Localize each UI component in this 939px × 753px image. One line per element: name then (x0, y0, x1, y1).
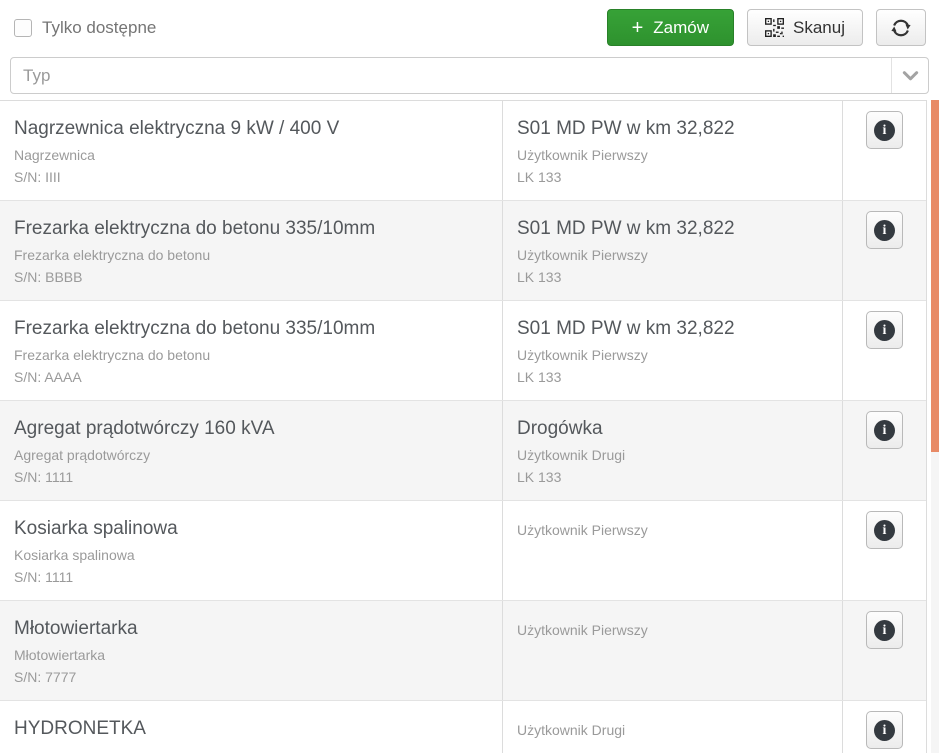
equipment-serial: S/N: IIII (14, 169, 488, 185)
type-dropdown-toggle[interactable] (891, 58, 928, 93)
qr-code-icon (765, 18, 784, 37)
info-icon: i (874, 220, 895, 241)
type-select[interactable] (10, 57, 929, 94)
equipment-cell: Agregat prądotwórczy 160 kVA Agregat prą… (0, 401, 503, 500)
equipment-row[interactable]: Frezarka elektryczna do betonu 335/10mm … (0, 201, 926, 301)
info-cell: i (843, 201, 926, 300)
equipment-list: Nagrzewnica elektryczna 9 kW / 400 V Nag… (0, 100, 927, 753)
equipment-row[interactable]: Frezarka elektryczna do betonu 335/10mm … (0, 301, 926, 401)
assigned-user: Użytkownik Drugi (517, 447, 828, 463)
equipment-name: Kosiarka spalinowa (14, 516, 488, 541)
line-code: LK 133 (517, 369, 828, 385)
line-code: LK 133 (517, 469, 828, 485)
equipment-row[interactable]: Agregat prądotwórczy 160 kVA Agregat prą… (0, 401, 926, 501)
location-name: S01 MD PW w km 32,822 (517, 116, 828, 141)
equipment-serial: S/N: 1111 (14, 569, 488, 585)
equipment-cell: HYDRONETKA (0, 701, 503, 753)
equipment-cell: Frezarka elektryczna do betonu 335/10mm … (0, 301, 503, 400)
info-cell: i (843, 701, 926, 753)
info-cell: i (843, 401, 926, 500)
info-button[interactable]: i (866, 111, 903, 149)
equipment-serial: S/N: AAAA (14, 369, 488, 385)
line-code: LK 133 (517, 169, 828, 185)
location-cell: S01 MD PW w km 32,822 Użytkownik Pierwsz… (503, 201, 843, 300)
equipment-type: Nagrzewnica (14, 147, 488, 163)
info-button[interactable]: i (866, 611, 903, 649)
equipment-name: Frezarka elektryczna do betonu 335/10mm (14, 316, 488, 341)
only-available-label: Tylko dostępne (42, 18, 156, 38)
toolbar-buttons: + Zamów Skanuj (607, 9, 926, 46)
chevron-down-icon (902, 70, 919, 82)
info-button[interactable]: i (866, 511, 903, 549)
info-button[interactable]: i (866, 311, 903, 349)
location-cell: S01 MD PW w km 32,822 Użytkownik Pierwsz… (503, 101, 843, 200)
assigned-user: Użytkownik Pierwszy (517, 147, 828, 163)
equipment-type: Kosiarka spalinowa (14, 547, 488, 563)
type-input[interactable] (11, 58, 891, 93)
equipment-type: Frezarka elektryczna do betonu (14, 347, 488, 363)
equipment-cell: Młotowiertarka Młotowiertarka S/N: 7777 (0, 601, 503, 700)
location-cell: Użytkownik Drugi (503, 701, 843, 753)
info-button[interactable]: i (866, 711, 903, 749)
plus-icon: + (632, 18, 644, 38)
equipment-type: Frezarka elektryczna do betonu (14, 247, 488, 263)
equipment-serial: S/N: 7777 (14, 669, 488, 685)
info-cell: i (843, 301, 926, 400)
order-button-label: Zamów (653, 18, 709, 38)
equipment-row[interactable]: Kosiarka spalinowa Kosiarka spalinowa S/… (0, 501, 926, 601)
info-cell: i (843, 101, 926, 200)
info-icon: i (874, 620, 895, 641)
location-cell: S01 MD PW w km 32,822 Użytkownik Pierwsz… (503, 301, 843, 400)
only-available-filter[interactable]: Tylko dostępne (14, 18, 156, 38)
assigned-user: Użytkownik Pierwszy (517, 522, 828, 538)
info-icon: i (874, 420, 895, 441)
scan-button-label: Skanuj (793, 18, 845, 38)
equipment-row[interactable]: Młotowiertarka Młotowiertarka S/N: 7777 … (0, 601, 926, 701)
scrollbar-thumb[interactable] (931, 100, 939, 452)
equipment-name: Nagrzewnica elektryczna 9 kW / 400 V (14, 116, 488, 141)
location-name: S01 MD PW w km 32,822 (517, 216, 828, 241)
order-button[interactable]: + Zamów (607, 9, 734, 46)
equipment-cell: Nagrzewnica elektryczna 9 kW / 400 V Nag… (0, 101, 503, 200)
equipment-name: Agregat prądotwórczy 160 kVA (14, 416, 488, 441)
scrollbar[interactable] (931, 100, 939, 753)
info-cell: i (843, 501, 926, 600)
assigned-user: Użytkownik Pierwszy (517, 622, 828, 638)
info-button[interactable]: i (866, 211, 903, 249)
equipment-type: Młotowiertarka (14, 647, 488, 663)
equipment-cell: Frezarka elektryczna do betonu 335/10mm … (0, 201, 503, 300)
location-cell: Użytkownik Pierwszy (503, 501, 843, 600)
scan-button[interactable]: Skanuj (747, 9, 863, 46)
location-name: S01 MD PW w km 32,822 (517, 316, 828, 341)
info-icon: i (874, 120, 895, 141)
location-name: Drogówka (517, 416, 828, 441)
assigned-user: Użytkownik Pierwszy (517, 347, 828, 363)
equipment-type: Agregat prądotwórczy (14, 447, 488, 463)
assigned-user: Użytkownik Drugi (517, 722, 828, 738)
info-icon: i (874, 320, 895, 341)
filter-row (0, 57, 939, 94)
equipment-cell: Kosiarka spalinowa Kosiarka spalinowa S/… (0, 501, 503, 600)
location-cell: Drogówka Użytkownik Drugi LK 133 (503, 401, 843, 500)
toolbar: Tylko dostępne + Zamów Skanuj (0, 0, 939, 48)
info-cell: i (843, 601, 926, 700)
location-cell: Użytkownik Pierwszy (503, 601, 843, 700)
info-button[interactable]: i (866, 411, 903, 449)
refresh-button[interactable] (876, 9, 926, 46)
equipment-row[interactable]: Nagrzewnica elektryczna 9 kW / 400 V Nag… (0, 101, 926, 201)
equipment-name: Frezarka elektryczna do betonu 335/10mm (14, 216, 488, 241)
only-available-checkbox[interactable] (14, 19, 32, 37)
line-code: LK 133 (517, 269, 828, 285)
assigned-user: Użytkownik Pierwszy (517, 247, 828, 263)
refresh-icon (890, 17, 912, 39)
equipment-name: Młotowiertarka (14, 616, 488, 641)
equipment-serial: S/N: 1111 (14, 469, 488, 485)
equipment-name: HYDRONETKA (14, 716, 488, 741)
info-icon: i (874, 720, 895, 741)
equipment-row[interactable]: HYDRONETKA Użytkownik Drugi i (0, 701, 926, 753)
equipment-serial: S/N: BBBB (14, 269, 488, 285)
info-icon: i (874, 520, 895, 541)
